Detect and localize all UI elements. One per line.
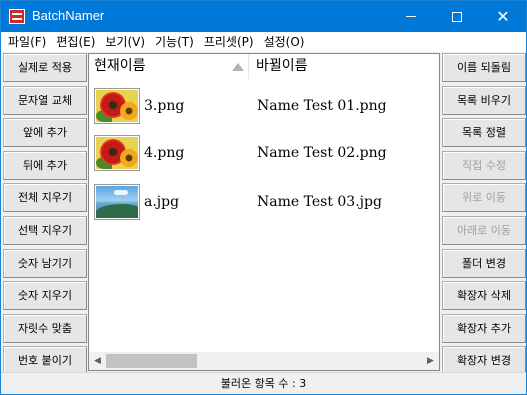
- column-header-new-name[interactable]: 바뀔이름: [251, 54, 439, 79]
- pad-digits-button[interactable]: 자릿수 맞춤: [3, 313, 87, 343]
- column-header-current-label: 현재이름: [94, 58, 146, 74]
- list-item[interactable]: a.jpg Name Test 03.jpg: [89, 180, 439, 224]
- keep-digits-button[interactable]: 숫자 남기기: [3, 248, 87, 278]
- replace-string-button[interactable]: 문자열 교체: [3, 85, 87, 115]
- close-button[interactable]: ✕: [480, 1, 526, 32]
- scrollbar-thumb[interactable]: [106, 354, 197, 368]
- status-bar: 불러온 항목 수 : 3: [1, 372, 526, 394]
- sort-ascending-icon: [232, 63, 244, 71]
- scroll-right-icon[interactable]: ▶: [422, 352, 439, 370]
- add-suffix-button[interactable]: 뒤에 추가: [3, 150, 87, 180]
- menu-edit[interactable]: 편집(E): [51, 32, 100, 52]
- remove-digits-button[interactable]: 숫자 지우기: [3, 281, 87, 311]
- add-prefix-button[interactable]: 앞에 추가: [3, 118, 87, 148]
- maximize-button[interactable]: [434, 1, 480, 32]
- apply-button[interactable]: 실제로 적용: [3, 53, 87, 82]
- close-icon: ✕: [496, 6, 510, 26]
- menu-settings[interactable]: 설정(O): [259, 32, 310, 52]
- app-icon: [9, 9, 25, 24]
- list-item[interactable]: 3.png Name Test 01.png: [89, 84, 439, 128]
- sort-list-button[interactable]: 목록 정렬: [442, 118, 526, 148]
- current-filename: a.jpg: [144, 194, 180, 210]
- flower-thumbnail-icon: [94, 88, 140, 124]
- column-header-current-name[interactable]: 현재이름: [89, 54, 249, 79]
- landscape-thumbnail-icon: [94, 184, 140, 220]
- minimize-button[interactable]: [388, 1, 434, 32]
- clear-all-button[interactable]: 전체 지우기: [3, 183, 87, 213]
- menu-presets[interactable]: 프리셋(P): [199, 32, 259, 52]
- add-extension-button[interactable]: 확장자 추가: [442, 313, 526, 343]
- window-title: BatchNamer: [32, 8, 105, 23]
- delete-extension-button[interactable]: 확장자 삭제: [442, 281, 526, 311]
- menu-tools[interactable]: 기능(T): [150, 32, 199, 52]
- add-numbering-button[interactable]: 번호 붙이기: [3, 346, 87, 376]
- flower-thumbnail-icon: [94, 135, 140, 171]
- current-filename: 3.png: [144, 98, 185, 114]
- menu-bar: 파일(F) 편집(E) 보기(V) 기능(T) 프리셋(P) 설정(O): [1, 32, 526, 52]
- title-bar[interactable]: BatchNamer ✕: [1, 1, 526, 32]
- clear-selection-button[interactable]: 선택 지우기: [3, 215, 87, 245]
- new-filename: Name Test 01.png: [257, 98, 387, 114]
- minimize-icon: [406, 16, 416, 17]
- clear-list-button[interactable]: 목록 비우기: [442, 85, 526, 115]
- edit-directly-button[interactable]: 직접 수정: [442, 150, 526, 180]
- left-button-panel: 실제로 적용 문자열 교체 앞에 추가 뒤에 추가 전체 지우기 선택 지우기 …: [3, 53, 87, 379]
- new-filename: Name Test 03.jpg: [257, 194, 382, 210]
- file-list[interactable]: 현재이름 바뀔이름 3.png Name Test 01.png 4.png N…: [88, 53, 440, 371]
- scroll-left-icon[interactable]: ◀: [89, 352, 106, 370]
- new-filename: Name Test 02.png: [257, 145, 387, 161]
- move-up-button[interactable]: 위로 이동: [442, 183, 526, 213]
- horizontal-scrollbar[interactable]: ◀ ▶: [89, 352, 439, 370]
- app-window: BatchNamer ✕ 파일(F) 편집(E) 보기(V) 기능(T) 프리셋…: [0, 0, 527, 395]
- right-button-panel: 이름 되돌림 목록 비우기 목록 정렬 직접 수정 위로 이동 아래로 이동 폴…: [442, 53, 526, 379]
- move-down-button[interactable]: 아래로 이동: [442, 215, 526, 245]
- change-folder-button[interactable]: 폴더 변경: [442, 248, 526, 278]
- list-item[interactable]: 4.png Name Test 02.png: [89, 131, 439, 175]
- menu-view[interactable]: 보기(V): [100, 32, 150, 52]
- item-count-status: 불러온 항목 수 : 3: [220, 377, 307, 390]
- maximize-icon: [452, 11, 462, 22]
- revert-name-button[interactable]: 이름 되돌림: [442, 53, 526, 82]
- list-header: 현재이름 바뀔이름: [89, 54, 439, 79]
- menu-file[interactable]: 파일(F): [1, 32, 51, 52]
- change-extension-button[interactable]: 확장자 변경: [442, 346, 526, 376]
- current-filename: 4.png: [144, 145, 185, 161]
